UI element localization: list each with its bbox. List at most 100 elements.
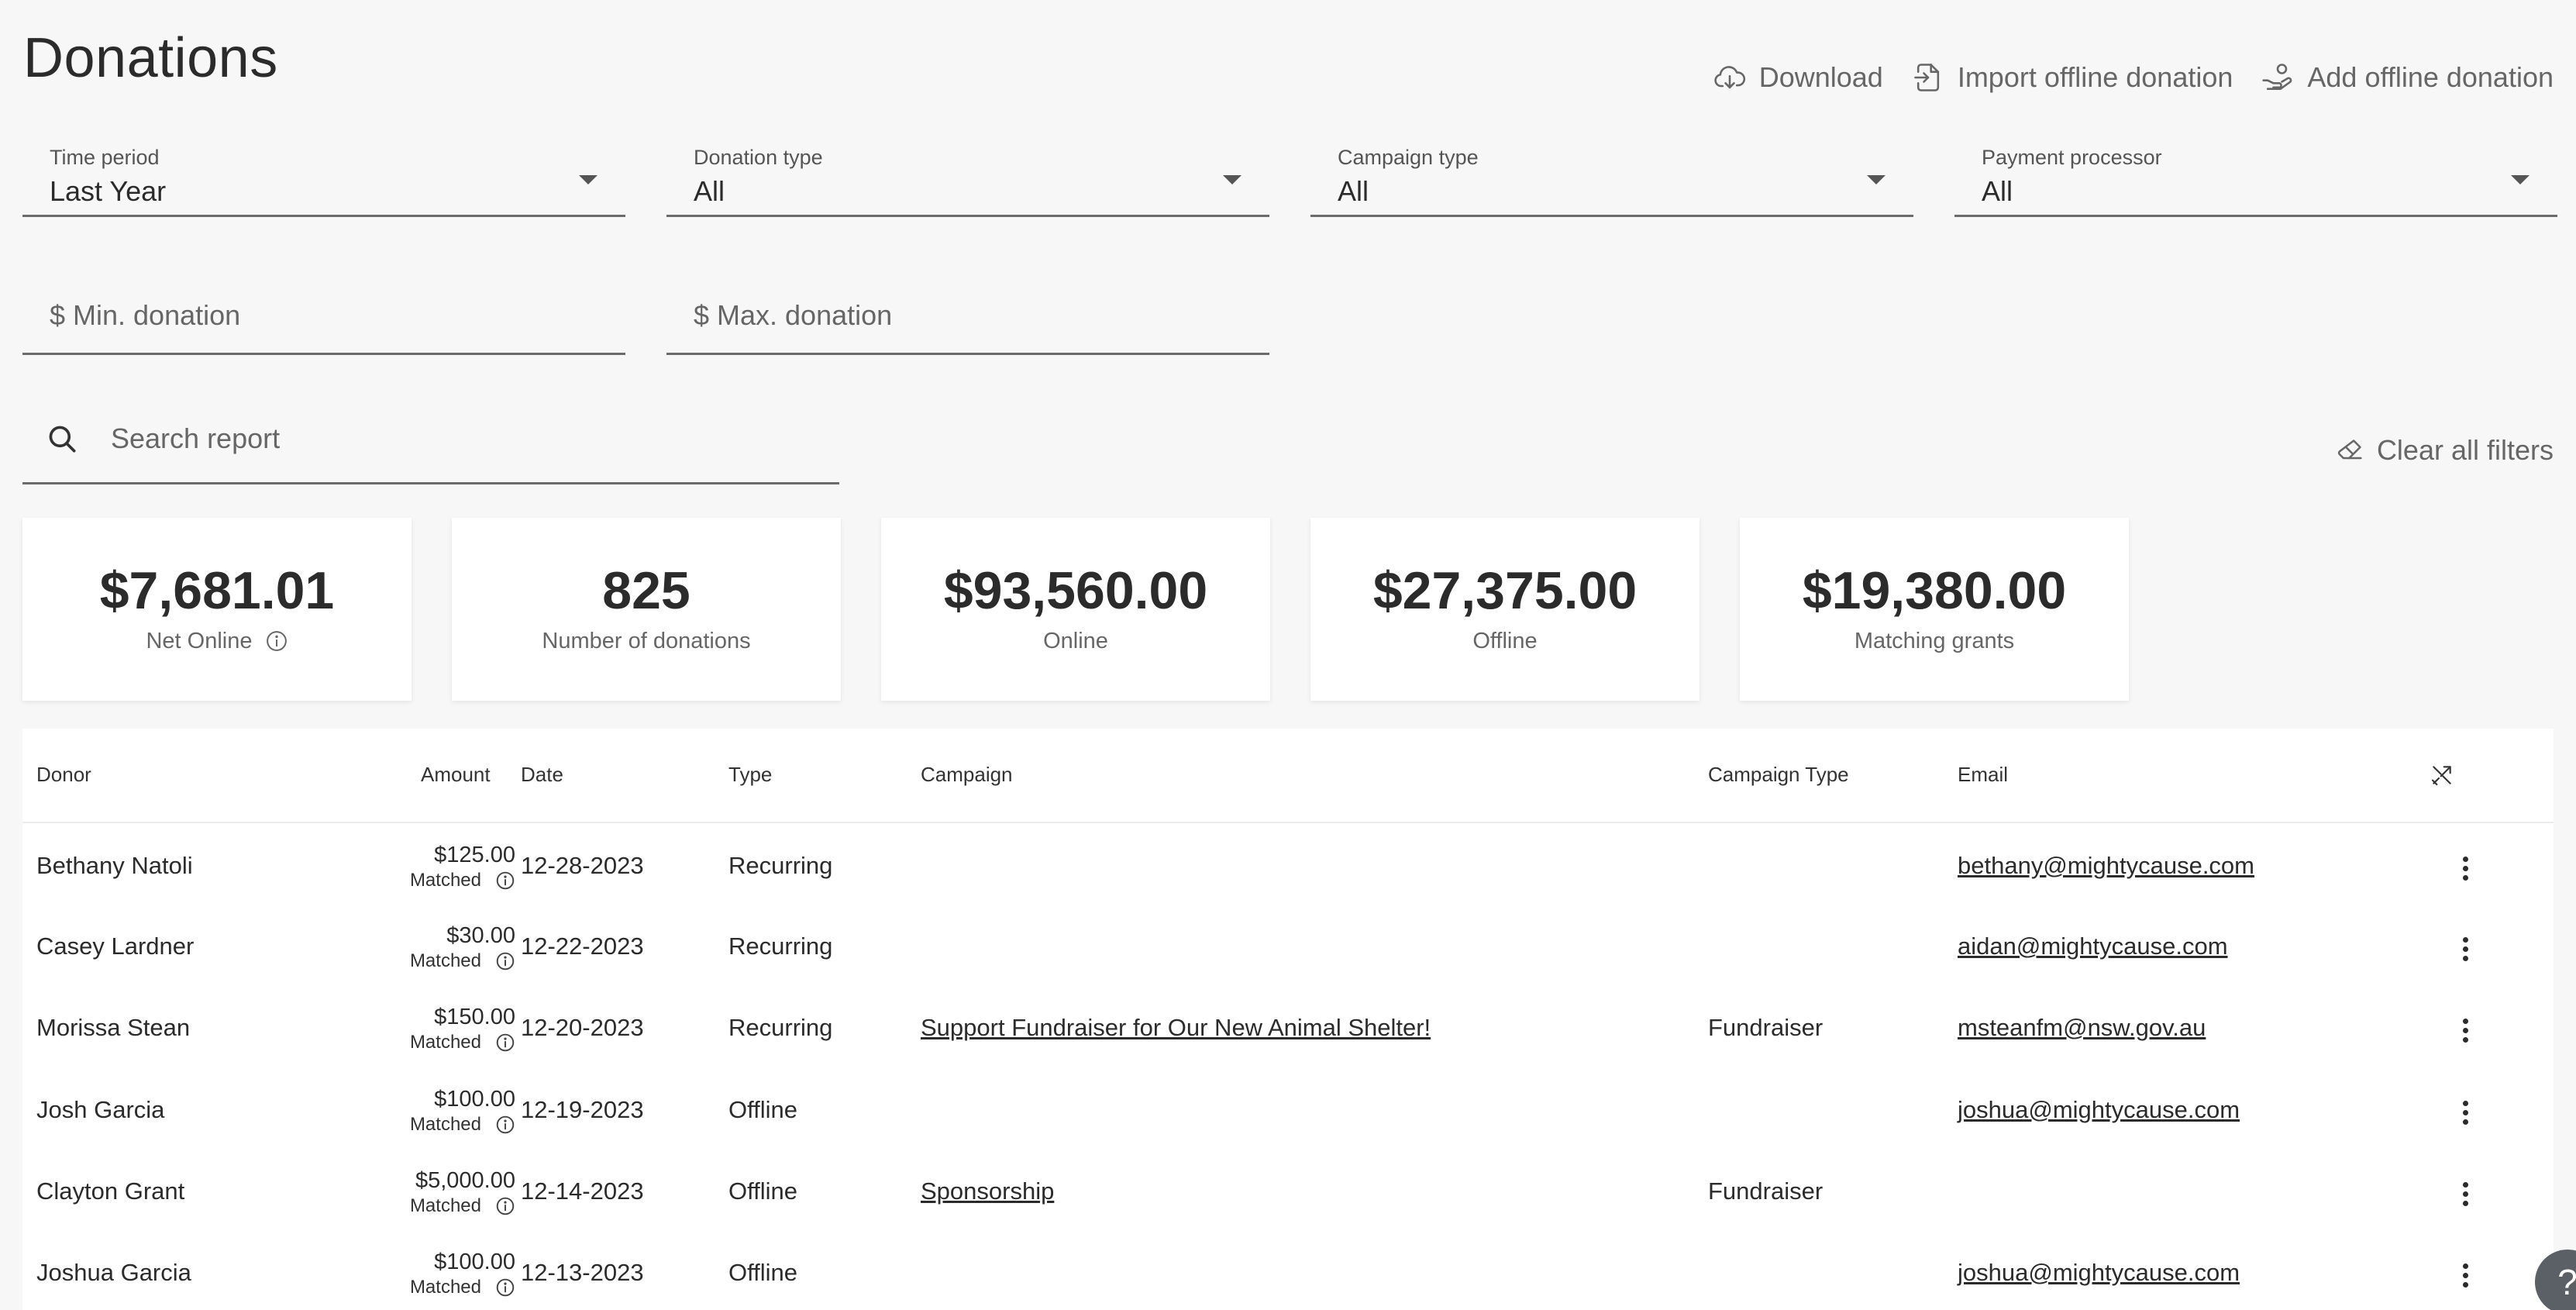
donation-type: Recurring xyxy=(728,1014,833,1041)
header-actions: Download Import offline donation Add off… xyxy=(1713,60,2554,95)
import-offline-donation-button[interactable]: Import offline donation xyxy=(1911,60,2233,95)
donation-date: 12-13-2023 xyxy=(521,1259,644,1286)
min-donation-input[interactable] xyxy=(50,299,592,332)
table-row[interactable]: Clayton Grant $5,000.00 Matched 12-14-2023 O… xyxy=(22,1151,2554,1232)
payment-processor-label: Payment processor xyxy=(1982,146,2162,169)
row-actions-kebab-icon[interactable] xyxy=(2457,934,2473,965)
email-link[interactable]: bethany@mightycause.com xyxy=(1958,852,2254,880)
table-row[interactable]: Casey Lardner $30.00 Matched 12-22-2023 Recu… xyxy=(22,906,2554,988)
amount-value: $150.00 xyxy=(434,1005,515,1029)
row-actions-kebab-icon[interactable] xyxy=(2457,1098,2473,1129)
search-field xyxy=(22,399,839,484)
import-offline-donation-label: Import offline donation xyxy=(1957,61,2233,93)
donation-date: 12-28-2023 xyxy=(521,852,644,879)
donation-type: Offline xyxy=(728,1096,798,1123)
column-header-campaign[interactable]: Campaign xyxy=(921,763,1013,787)
donation-type: Recurring xyxy=(728,933,833,960)
search-icon xyxy=(49,426,76,453)
donation-type: Recurring xyxy=(728,852,833,879)
info-icon[interactable] xyxy=(495,1277,515,1298)
donor-name: Josh Garcia xyxy=(36,1096,165,1123)
add-offline-donation-button[interactable]: Add offline donation xyxy=(2261,60,2554,95)
email-link[interactable]: joshua@mightycause.com xyxy=(1958,1096,2240,1124)
column-header-donor[interactable]: Donor xyxy=(36,763,91,787)
campaign-type-select[interactable]: Campaign type All xyxy=(1310,146,1913,217)
campaign-link[interactable]: Support Fundraiser for Our New Animal Sh… xyxy=(921,1014,1431,1042)
info-icon[interactable] xyxy=(495,1115,515,1135)
hand-coin-icon xyxy=(2262,64,2292,90)
time-period-select[interactable]: Time period Last Year xyxy=(22,146,625,217)
info-icon[interactable] xyxy=(495,1196,515,1216)
amount-value: $100.00 xyxy=(434,1250,515,1274)
campaign-type-value: All xyxy=(1338,175,1369,207)
search-input[interactable] xyxy=(111,422,808,455)
download-button[interactable]: Download xyxy=(1713,60,1883,95)
donation-type-select[interactable]: Donation type All xyxy=(666,146,1269,217)
column-header-amount[interactable]: Amount xyxy=(421,763,491,787)
table-row[interactable]: Morissa Stean $150.00 Matched 12-20-2023 Rec… xyxy=(22,988,2554,1069)
stat-label: Net Online xyxy=(146,628,253,653)
matched-badge: Matched xyxy=(410,1277,515,1298)
email-link[interactable]: aidan@mightycause.com xyxy=(1958,933,2228,960)
stat-label: Number of donations xyxy=(542,628,751,653)
info-icon[interactable] xyxy=(495,1032,515,1053)
matched-badge: Matched xyxy=(410,870,515,891)
donations-table: Donor Amount Date Type Campaign Campaign… xyxy=(22,729,2554,1310)
matched-badge: Matched xyxy=(410,1114,515,1136)
row-actions-kebab-icon[interactable] xyxy=(2457,853,2473,884)
download-label: Download xyxy=(1758,61,1883,93)
table-row[interactable]: Josh Garcia $100.00 Matched 12-19-2023 Offli… xyxy=(22,1070,2554,1151)
column-header-date[interactable]: Date xyxy=(521,763,563,787)
matched-badge: Matched xyxy=(410,1032,515,1053)
stat-value: $7,681.01 xyxy=(99,560,335,620)
column-header-email[interactable]: Email xyxy=(1958,763,2008,787)
campaign-type: Fundraiser xyxy=(1708,1014,1824,1041)
donor-name: Morissa Stean xyxy=(36,1014,191,1041)
min-donation-field xyxy=(22,293,625,355)
caret-down-icon xyxy=(579,175,598,184)
table-row[interactable]: Joshua Garcia $100.00 Matched 12-13-2023 Off… xyxy=(22,1232,2554,1310)
stat-label-row: Net Online xyxy=(146,629,288,654)
email-link[interactable]: joshua@mightycause.com xyxy=(1958,1259,2240,1287)
table-header: Donor Amount Date Type Campaign Campaign… xyxy=(22,729,2554,823)
campaign-type: Fundraiser xyxy=(1708,1177,1824,1205)
email-link[interactable]: msteanfm@nsw.gov.au xyxy=(1958,1014,2206,1042)
donation-date: 12-14-2023 xyxy=(521,1177,644,1205)
table-row[interactable]: Bethany Natoli $125.00 Matched 12-28-2023 Re… xyxy=(22,826,2554,907)
donation-date: 12-19-2023 xyxy=(521,1096,644,1123)
payment-processor-select[interactable]: Payment processor All xyxy=(1954,146,2557,217)
campaign-link[interactable]: Sponsorship xyxy=(921,1177,1054,1205)
stat-card-online: $93,560.00 Online xyxy=(881,518,1270,701)
caret-down-icon xyxy=(1867,175,1886,184)
row-actions-kebab-icon[interactable] xyxy=(2457,1260,2473,1291)
page-title: Donations xyxy=(23,27,278,89)
column-header-campaign-type[interactable]: Campaign Type xyxy=(1708,763,1849,787)
row-actions-kebab-icon[interactable] xyxy=(2457,1015,2473,1046)
time-period-label: Time period xyxy=(50,146,160,169)
row-actions-kebab-icon[interactable] xyxy=(2457,1179,2473,1210)
amount-cell: $5,000.00 Matched xyxy=(283,1168,515,1217)
donation-date: 12-20-2023 xyxy=(521,1014,644,1041)
amount-value: $125.00 xyxy=(434,843,515,867)
info-icon[interactable] xyxy=(265,629,288,653)
column-header-type[interactable]: Type xyxy=(728,763,772,787)
info-icon[interactable] xyxy=(495,870,515,891)
clear-all-filters-button[interactable]: Clear all filters xyxy=(2335,434,2554,467)
donor-name: Bethany Natoli xyxy=(36,852,193,879)
stat-value: $93,560.00 xyxy=(943,560,1208,620)
amount-value: $100.00 xyxy=(434,1087,515,1112)
column-settings-icon[interactable] xyxy=(2430,763,2454,788)
time-period-value: Last Year xyxy=(50,175,167,207)
stat-label: Matching grants xyxy=(1854,628,2015,653)
info-icon[interactable] xyxy=(495,951,515,971)
amount-cell: $100.00 Matched xyxy=(283,1087,515,1136)
amount-cell: $150.00 Matched xyxy=(283,1005,515,1053)
max-donation-input[interactable] xyxy=(694,299,1236,332)
stat-label: Online xyxy=(1043,628,1108,653)
donations-page: Donations Download Import offline donati… xyxy=(22,0,2576,1310)
stat-value: $27,375.00 xyxy=(1372,560,1638,620)
donation-date: 12-22-2023 xyxy=(521,933,644,960)
donor-name: Clayton Grant xyxy=(36,1177,185,1205)
stat-card-matching-grants: $19,380.00 Matching grants xyxy=(1740,518,2129,701)
matched-badge: Matched xyxy=(410,950,515,972)
